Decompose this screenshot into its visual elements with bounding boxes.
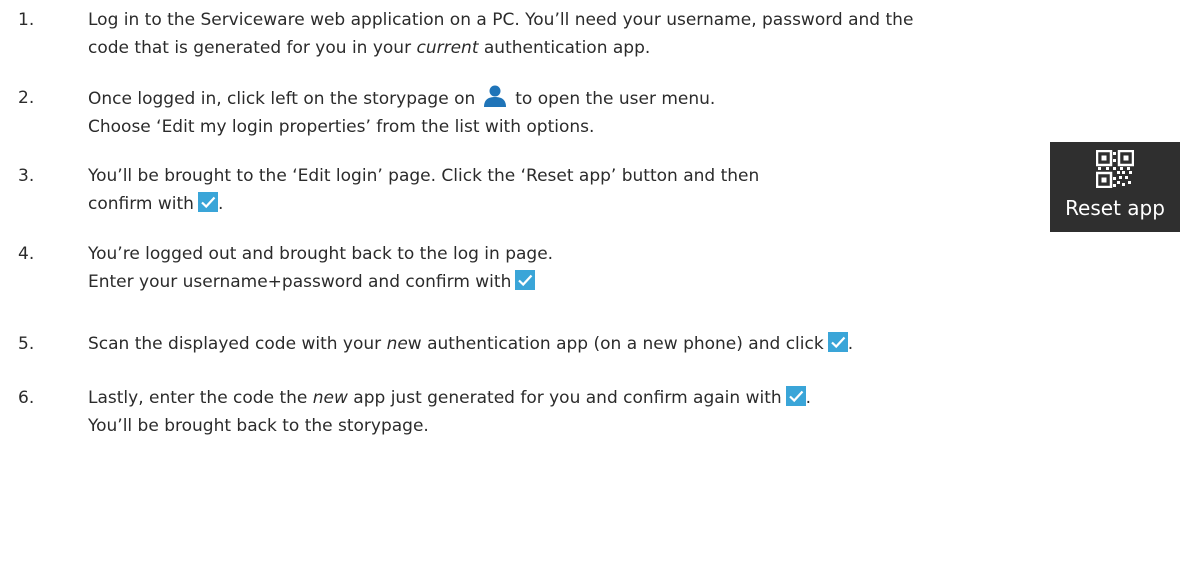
step-number: 3. (18, 166, 35, 186)
step-line: You’ll be brought to the ‘Edit login’ pa… (88, 166, 760, 186)
step-text: You’re logged out and brought back to th… (88, 240, 1178, 296)
step-line: Scan the displayed code with your new au… (88, 332, 854, 354)
step-line: You’ll be brought back to the storypage. (88, 416, 429, 436)
qr-code-icon (1096, 150, 1134, 188)
emphasis: ne (386, 334, 408, 354)
checkmark-icon (197, 192, 218, 212)
step-text: Once logged in, click left on the storyp… (88, 84, 1178, 141)
step-line: You’re logged out and brought back to th… (88, 244, 554, 264)
step-line: Lastly, enter the code the new app just … (88, 386, 812, 408)
checkmark-icon (785, 386, 806, 406)
step-text: Log in to the Serviceware web applicatio… (88, 6, 1178, 62)
step-text: You’ll be brought to the ‘Edit login’ pa… (88, 162, 1178, 218)
step-number: 5. (18, 334, 35, 354)
step-line: Once logged in, click left on the storyp… (88, 84, 1178, 113)
step-line: Log in to the Serviceware web applicatio… (88, 10, 914, 30)
user-icon (483, 84, 507, 108)
checkmark-icon (515, 270, 536, 290)
step-text: Scan the displayed code with your new au… (88, 330, 1178, 358)
step-number: 2. (18, 88, 35, 108)
step-line: confirm with. (88, 192, 224, 214)
step-line: Enter your username+password and confirm… (88, 268, 1178, 296)
emphasis: current (416, 38, 479, 58)
step-line: code that is generated for you in your c… (88, 38, 651, 58)
step-number: 6. (18, 388, 35, 408)
reset-app-button: Reset app (1050, 142, 1180, 232)
step-line: Choose ‘Edit my login properties’ from t… (88, 117, 595, 137)
checkmark-icon (827, 332, 848, 352)
emphasis: new (312, 388, 348, 408)
reset-app-label: Reset app (1065, 196, 1165, 220)
step-number: 4. (18, 244, 35, 264)
step-number: 1. (18, 10, 35, 30)
step-text: Lastly, enter the code the new app just … (88, 384, 1178, 440)
